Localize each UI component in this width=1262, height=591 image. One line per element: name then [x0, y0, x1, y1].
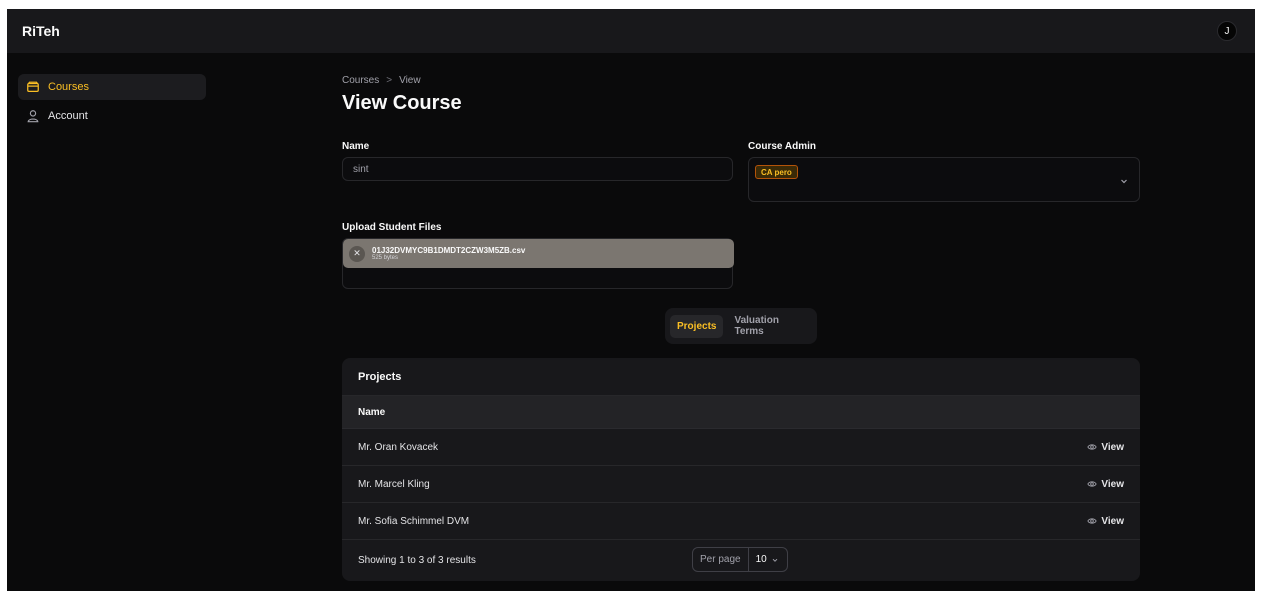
view-label: View: [1101, 515, 1124, 527]
per-page-label: Per page: [693, 548, 749, 571]
breadcrumb-view: View: [399, 75, 421, 86]
chevron-down-icon: [1121, 179, 1127, 184]
upload-label: Upload Student Files: [342, 222, 442, 233]
table-row: Mr. Marcel Kling View: [342, 466, 1140, 503]
eye-icon: [1087, 481, 1098, 487]
sidebar-item-account[interactable]: Account: [18, 103, 206, 129]
view-button[interactable]: View: [1087, 479, 1124, 490]
course-admin-select[interactable]: CA pero: [748, 157, 1140, 202]
file-name: 01J32DVMYC9B1DMDT2CZW3M5ZB.csv: [372, 245, 526, 255]
breadcrumb-courses[interactable]: Courses: [342, 75, 379, 86]
course-admin-label: Course Admin: [748, 141, 816, 152]
sidebar-item-label: Courses: [48, 81, 89, 93]
chevron-down-icon: [772, 558, 778, 562]
project-name: Mr. Sofia Schimmel DVM: [358, 515, 470, 527]
project-name: Mr. Marcel Kling: [358, 478, 430, 490]
uploaded-file: ✕ 01J32DVMYC9B1DMDT2CZW3M5ZB.csv 525 byt…: [343, 239, 734, 268]
eye-icon: [1087, 444, 1098, 450]
per-page-select[interactable]: Per page 10: [692, 547, 788, 572]
sidebar-item-courses[interactable]: Courses: [18, 74, 206, 100]
per-page-value: 10: [755, 554, 767, 565]
tab-valuation-terms[interactable]: Valuation Terms: [727, 309, 812, 343]
eye-icon: [1087, 518, 1098, 524]
remove-file-icon[interactable]: ✕: [349, 245, 365, 262]
project-name: Mr. Oran Kovacek: [358, 441, 439, 453]
name-value: sint: [353, 163, 369, 175]
table-row: Mr. Sofia Schimmel DVM View: [342, 503, 1140, 540]
breadcrumb: Courses > View: [342, 75, 421, 86]
folder-icon: [27, 81, 39, 92]
user-avatar[interactable]: J: [1217, 21, 1237, 41]
table-header-name[interactable]: Name: [342, 396, 1140, 429]
projects-title: Projects: [342, 358, 1140, 396]
name-label: Name: [342, 141, 370, 152]
sidebar: Courses Account: [18, 74, 206, 132]
sidebar-item-label: Account: [48, 110, 88, 122]
tab-bar: Projects Valuation Terms: [665, 308, 817, 344]
user-icon: [27, 110, 39, 123]
view-label: View: [1101, 478, 1124, 490]
admin-chip[interactable]: CA pero: [755, 165, 798, 179]
tab-projects[interactable]: Projects: [670, 314, 724, 338]
projects-card: Projects Name Mr. Oran Kovacek View Mr. …: [342, 358, 1140, 581]
file-size: 525 bytes: [372, 254, 399, 261]
brand-logo[interactable]: RiTeh: [22, 23, 60, 39]
main-content: Courses > View View Course Name sint Cou…: [342, 9, 1142, 591]
view-button[interactable]: View: [1087, 442, 1124, 453]
page-title: View Course: [342, 92, 462, 114]
view-button[interactable]: View: [1087, 516, 1124, 527]
results-summary: Showing 1 to 3 of 3 results: [358, 554, 476, 566]
upload-dropzone[interactable]: ✕ 01J32DVMYC9B1DMDT2CZW3M5ZB.csv 525 byt…: [342, 238, 734, 289]
chevron-right-icon: >: [386, 75, 393, 86]
view-label: View: [1101, 441, 1124, 453]
table-footer: Showing 1 to 3 of 3 results Per page 10: [342, 540, 1140, 580]
per-page-value-wrap[interactable]: 10: [749, 554, 785, 565]
app-window: RiTeh J Courses Account Courses > View V…: [7, 9, 1255, 591]
name-input[interactable]: sint: [342, 157, 733, 181]
table-row: Mr. Oran Kovacek View: [342, 429, 1140, 466]
